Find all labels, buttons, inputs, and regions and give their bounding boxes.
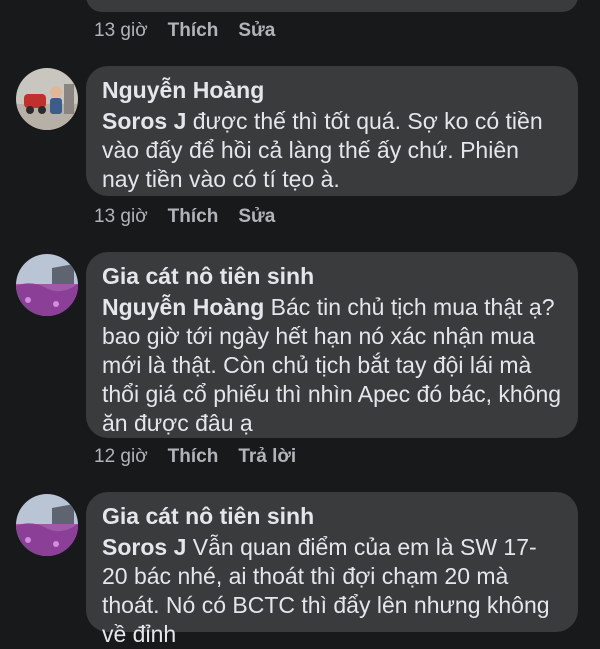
mention-tag[interactable]: Soros J: [102, 108, 186, 134]
comment-author[interactable]: Nguyễn Hoàng: [102, 76, 562, 105]
comment-timestamp: 13 giờ: [94, 20, 148, 41]
comment-timestamp: 13 giờ: [94, 206, 148, 227]
mention-tag[interactable]: Nguyễn Hoàng: [102, 294, 264, 320]
avatar[interactable]: [16, 254, 78, 316]
avatar[interactable]: [16, 494, 78, 556]
comment-actions: 12 giờ Thích Trả lời: [94, 446, 296, 468]
comment-bubble-partial: [86, 0, 578, 12]
comment-author[interactable]: Gia cát nô tiên sinh: [102, 502, 562, 531]
like-button[interactable]: Thích: [168, 446, 219, 468]
edit-button[interactable]: Sửa: [238, 20, 275, 42]
edit-button[interactable]: Sửa: [238, 206, 275, 228]
comment-timestamp: 12 giờ: [94, 446, 148, 467]
comment-actions: 13 giờ Thích Sửa: [94, 20, 275, 42]
like-button[interactable]: Thích: [168, 206, 219, 228]
reply-button[interactable]: Trả lời: [238, 446, 296, 468]
avatar[interactable]: [16, 68, 78, 130]
comment-author[interactable]: Gia cát nô tiên sinh: [102, 262, 562, 291]
comment-bubble: Gia cát nô tiên sinh Nguyễn Hoàng Bác ti…: [86, 252, 578, 438]
comment-bubble: Nguyễn Hoàng Soros J được thế thì tốt qu…: [86, 66, 578, 196]
comment-actions: 13 giờ Thích Sửa: [94, 206, 275, 228]
comment-bubble: Gia cát nô tiên sinh Soros J Vẫn quan đi…: [86, 492, 578, 647]
like-button[interactable]: Thích: [168, 20, 219, 42]
mention-tag[interactable]: Soros J: [102, 534, 186, 560]
